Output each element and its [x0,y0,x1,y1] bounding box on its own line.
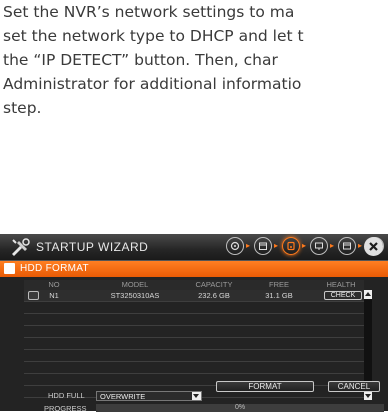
step-datetime-icon[interactable] [254,237,272,255]
cell-free: 31.1 GB [265,291,293,300]
table-row[interactable]: N1 ST3250310AS 232.6 GB 31.1 GB CHECK [24,290,364,302]
section-header: HDD FORMAT [0,261,388,277]
scroll-up-icon[interactable] [364,290,372,299]
row-checkbox[interactable] [28,291,39,300]
step-arrow-icon: ▸ [274,241,279,250]
cancel-button[interactable]: CANCEL [328,381,380,392]
column-header-no: NO [48,280,60,289]
column-header-health: HEALTH [326,280,356,289]
step-camera-icon[interactable] [310,237,328,255]
hdd-full-label: HDD FULL [48,391,85,400]
wizard-title-bar: STARTUP WIZARD ▸ ▸ ▸ ▸ ▸ [0,234,388,261]
section-title: HDD FORMAT [20,263,89,274]
instruction-line-3: the “IP DETECT” button. Then, char [3,51,278,69]
step-network-icon[interactable] [226,237,244,255]
close-button[interactable] [364,237,383,256]
table-row [24,362,364,374]
step-arrow-icon: ▸ [302,241,307,250]
table-row [24,302,364,314]
wizard-tools-icon [12,238,30,256]
hdd-icon [4,263,15,274]
hdd-format-panel: NO MODEL CAPACITY FREE HEALTH N1 ST32503… [0,277,388,413]
step-arrow-icon: ▸ [246,241,251,250]
table-header: NO MODEL CAPACITY FREE HEALTH [24,280,364,290]
hdd-full-value: OVERWRITE [100,392,146,401]
column-header-model: MODEL [121,280,149,289]
instruction-line-1: Set the NVR’s network settings to ma [3,3,295,21]
cell-no: N1 [49,291,59,300]
step-hdd-icon[interactable] [282,237,300,255]
table-row [24,338,364,350]
startup-wizard-window: STARTUP WIZARD ▸ ▸ ▸ ▸ ▸ HDD FORMAT NO M… [0,234,388,413]
column-header-capacity: CAPACITY [195,280,233,289]
instruction-line-2: set the network type to DHCP and let t [3,27,304,45]
progress-label: PROGRESS [44,404,87,413]
scroll-down-icon[interactable] [364,391,372,400]
check-button[interactable]: CHECK [324,291,362,300]
column-header-free: FREE [268,280,289,289]
cell-capacity: 232.6 GB [198,291,230,300]
table-row [24,314,364,326]
chevron-down-icon [192,392,201,400]
step-arrow-icon: ▸ [330,241,335,250]
instruction-line-5: step. [3,99,42,117]
hdd-full-select[interactable]: OVERWRITE [96,391,202,401]
step-record-icon[interactable] [338,237,356,255]
table-row [24,350,364,362]
wizard-title: STARTUP WIZARD [36,240,149,254]
instruction-line-4: Administrator for additional informatio [3,75,302,93]
format-button[interactable]: FORMAT [216,381,314,392]
close-icon [369,242,378,251]
cell-model: ST3250310AS [110,291,160,300]
table-row [24,326,364,338]
